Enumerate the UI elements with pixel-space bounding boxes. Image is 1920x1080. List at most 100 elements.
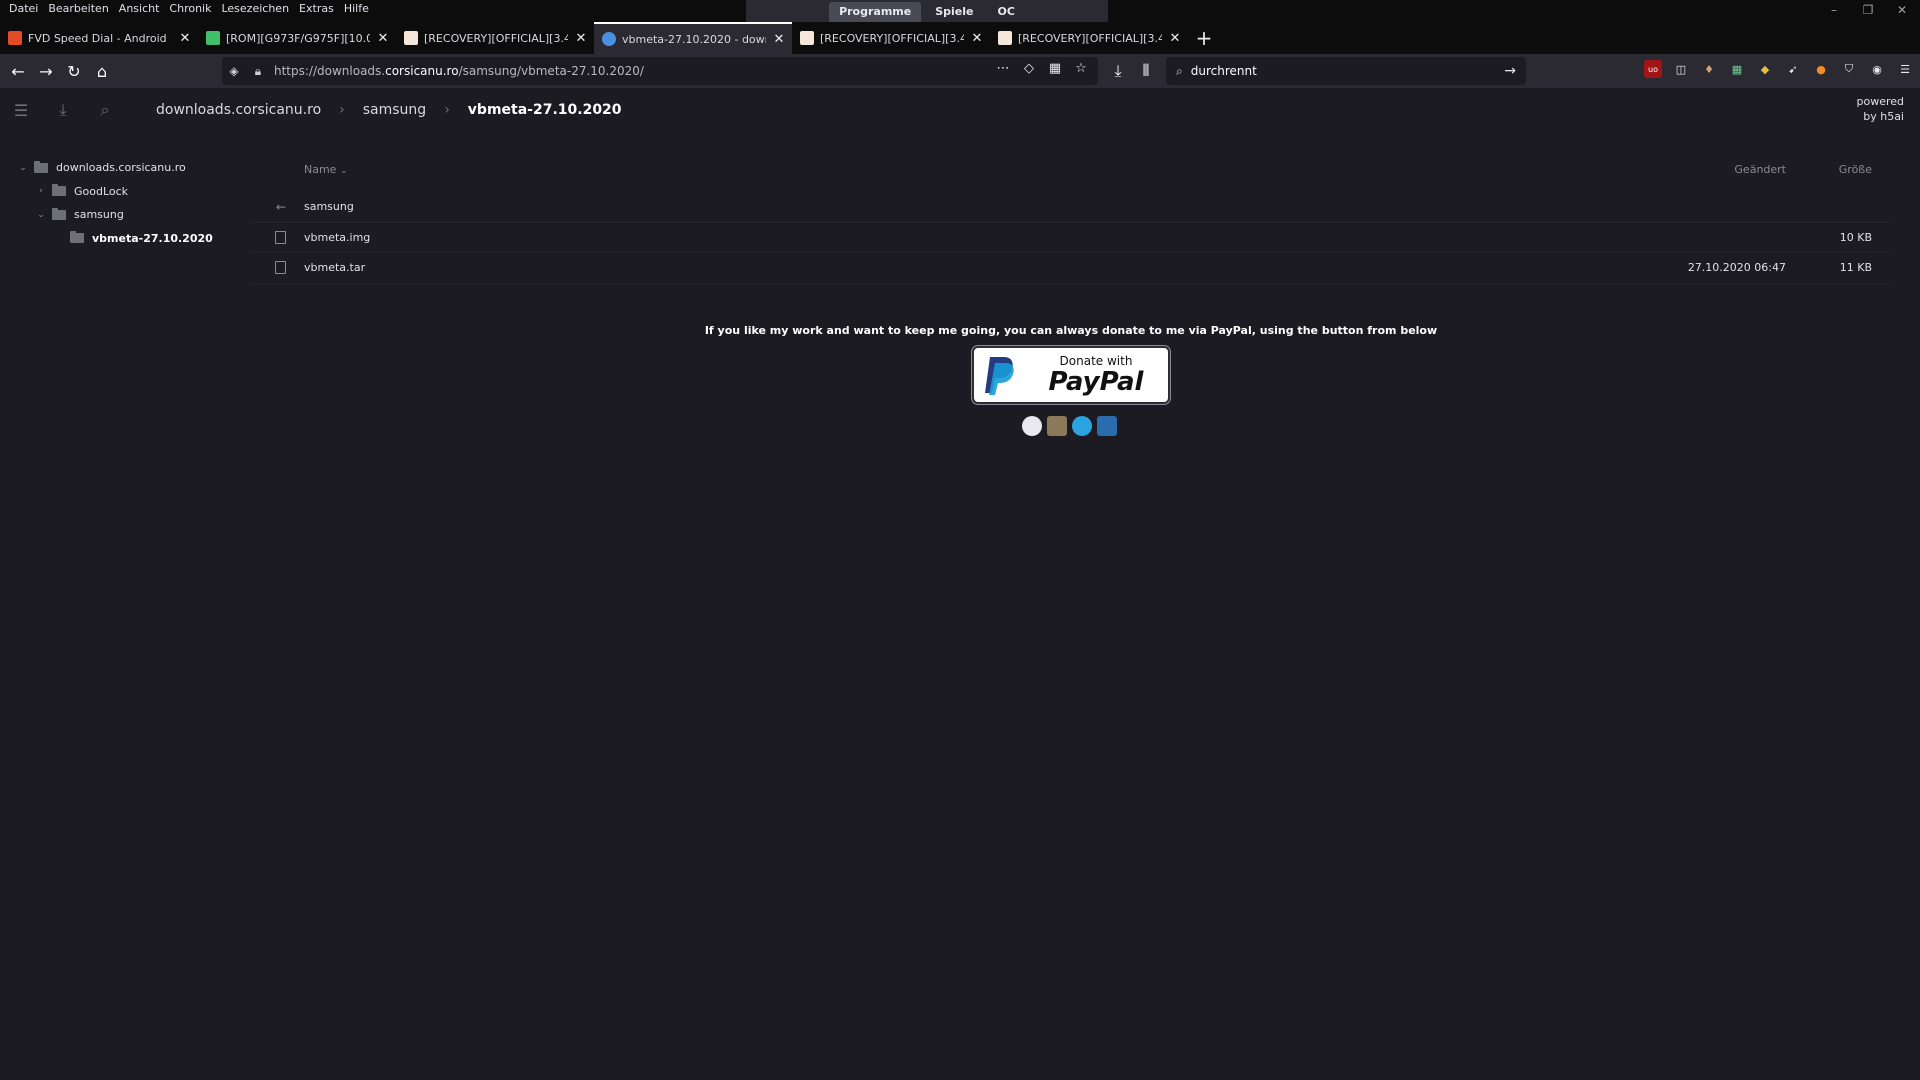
extension-icon[interactable]: ▦ (1728, 60, 1746, 78)
paypal-big-label: PayPal (1048, 367, 1144, 397)
search-icon[interactable]: ⌕ (84, 88, 126, 132)
tab-active[interactable]: vbmeta-27.10.2020 - downloa ✕ (594, 22, 792, 54)
chevron-right-icon: › (339, 102, 345, 118)
favicon-icon (206, 31, 220, 45)
mail-icon[interactable] (1097, 416, 1117, 436)
search-bar[interactable]: ⌕ durchrennt → (1166, 57, 1526, 85)
bookmark-star-icon[interactable]: ☆ (1072, 61, 1090, 76)
tree-node-current[interactable]: vbmeta-27.10.2020 (0, 227, 230, 251)
ublock-icon[interactable]: uo (1644, 60, 1662, 78)
workspace-switcher: Programme Spiele OC (746, 0, 1108, 24)
paypal-donate-button[interactable]: Donate with PayPal (972, 346, 1170, 404)
tab[interactable]: [RECOVERY][OFFICIAL][3.4.0-x] ✕ (990, 22, 1188, 54)
breadcrumb-samsung[interactable]: samsung (353, 102, 436, 118)
tab-title: vbmeta-27.10.2020 - downloa (622, 32, 766, 46)
tab[interactable]: [ROM][G973F/G975F][10.0.0][X ✕ (198, 22, 396, 54)
extension-icon[interactable]: ▦ (1046, 61, 1064, 76)
sidebar-toggle-icon[interactable]: ☰ (0, 88, 42, 132)
table-row[interactable]: vbmeta.tar 27.10.2020 06:47 11 KB (250, 253, 1892, 284)
close-tab-icon[interactable]: ✕ (970, 31, 984, 46)
breadcrumb: downloads.corsicanu.ro › samsung › vbmet… (146, 102, 632, 118)
account-icon[interactable]: ◉ (1868, 60, 1886, 78)
breadcrumb-root[interactable]: downloads.corsicanu.ro (146, 102, 331, 118)
close-tab-icon[interactable]: ✕ (1168, 31, 1182, 46)
window-controls: – ❐ ✕ (1824, 2, 1912, 18)
close-tab-icon[interactable]: ✕ (376, 31, 390, 46)
tree-label: GoodLock (74, 184, 129, 198)
breadcrumb-current[interactable]: vbmeta-27.10.2020 (458, 102, 632, 118)
tree-label: samsung (74, 208, 124, 222)
parent-folder-row[interactable]: ← samsung (250, 192, 1892, 223)
extension-icon[interactable]: ◆ (1756, 60, 1774, 78)
navigation-toolbar: ← → ↻ ⌂ ◈ 🔒︎ https://downloads.corsicanu… (0, 54, 1920, 88)
library-icon[interactable]: ⫴ (1132, 57, 1160, 85)
menu-icon[interactable]: ☰ (1896, 60, 1914, 78)
restore-icon[interactable]: ❐ (1858, 2, 1878, 18)
wallet-icon[interactable] (1047, 416, 1067, 436)
search-input[interactable]: durchrennt (1191, 64, 1497, 78)
extension-icon[interactable]: ♦ (1700, 60, 1718, 78)
reload-icon[interactable]: ↻ (60, 57, 88, 85)
downloads-icon[interactable]: ⤓ (1104, 57, 1132, 85)
menu-ansicht[interactable]: Ansicht (114, 0, 165, 18)
chevron-down-icon[interactable]: ⌄ (16, 163, 30, 173)
chevron-right-icon: › (444, 102, 450, 118)
extension-icon[interactable]: ● (1812, 60, 1830, 78)
close-tab-icon[interactable]: ✕ (574, 31, 588, 46)
shield-icon[interactable]: ◈ (222, 64, 246, 78)
url-bar[interactable]: ◈ 🔒︎ https://downloads.corsicanu.ro/sams… (222, 57, 1098, 85)
header-name[interactable]: Name ⌄ (304, 163, 348, 176)
lock-icon[interactable]: 🔒︎ (246, 64, 270, 79)
extension-icon[interactable]: ➹ (1784, 60, 1802, 78)
powered-line: by h5ai (1863, 110, 1904, 123)
github-icon[interactable] (1022, 416, 1042, 436)
tree-node[interactable]: ⌄ samsung (0, 203, 230, 227)
search-go-icon[interactable]: → (1504, 63, 1516, 79)
menu-hilfe[interactable]: Hilfe (339, 0, 374, 18)
new-tab-button[interactable]: + (1188, 22, 1220, 54)
close-tab-icon[interactable]: ✕ (772, 32, 786, 47)
favicon-icon (8, 31, 22, 45)
url-text[interactable]: https://downloads.corsicanu.ro/samsung/v… (274, 64, 644, 78)
tree-node[interactable]: › GoodLock (0, 180, 230, 204)
close-tab-icon[interactable]: ✕ (178, 31, 192, 46)
powered-by[interactable]: powered by h5ai (1856, 94, 1904, 124)
tab-strip: FVD Speed Dial - Android ✕ [ROM][G973F/G… (0, 22, 1920, 54)
chevron-right-icon[interactable]: › (34, 186, 48, 196)
table-row[interactable]: vbmeta.img 10 KB (250, 223, 1892, 253)
tree-label: downloads.corsicanu.ro (56, 161, 186, 175)
menu-datei[interactable]: Datei (4, 0, 43, 18)
pocket-icon[interactable]: ◇ (1020, 61, 1038, 76)
paypal-small-label: Donate with (1059, 354, 1133, 368)
tree-node[interactable]: ⌄ downloads.corsicanu.ro (0, 156, 230, 180)
favicon-icon (404, 31, 418, 45)
menu-chronik[interactable]: Chronik (164, 0, 216, 18)
file-name: vbmeta.tar (304, 261, 366, 275)
header-modified[interactable]: Geändert (1734, 163, 1786, 176)
more-actions-icon[interactable]: ⋯ (994, 61, 1012, 76)
sidebar-icon[interactable]: ◫ (1672, 60, 1690, 78)
menu-bearbeiten[interactable]: Bearbeiten (43, 0, 113, 18)
workspace-oc[interactable]: OC (987, 2, 1024, 22)
header-size[interactable]: Größe (1839, 163, 1872, 176)
workspace-programme[interactable]: Programme (829, 2, 922, 22)
tree-label: vbmeta-27.10.2020 (92, 231, 213, 245)
menu-extras[interactable]: Extras (294, 0, 339, 18)
shield-icon[interactable]: ⛉ (1840, 60, 1858, 78)
minimize-icon[interactable]: – (1824, 2, 1844, 18)
tab[interactable]: FVD Speed Dial - Android ✕ (0, 22, 198, 54)
back-icon[interactable]: ← (4, 57, 32, 85)
tab[interactable]: [RECOVERY][OFFICIAL][3.4.0-x] ✕ (792, 22, 990, 54)
powered-line: powered (1856, 95, 1904, 108)
menu-bar: Datei Bearbeiten Ansicht Chronik Lesezei… (4, 0, 374, 18)
menu-lesezeichen[interactable]: Lesezeichen (216, 0, 294, 18)
home-icon[interactable]: ⌂ (88, 57, 116, 85)
donate-message: If you like my work and want to keep me … (704, 324, 1438, 337)
tab[interactable]: [RECOVERY][OFFICIAL][3.4.0-x] ✕ (396, 22, 594, 54)
close-window-icon[interactable]: ✕ (1892, 2, 1912, 18)
download-icon[interactable]: ⤓ (42, 88, 84, 132)
telegram-icon[interactable] (1072, 416, 1092, 436)
forward-icon[interactable]: → (32, 57, 60, 85)
workspace-spiele[interactable]: Spiele (925, 2, 983, 22)
chevron-down-icon[interactable]: ⌄ (34, 210, 48, 220)
